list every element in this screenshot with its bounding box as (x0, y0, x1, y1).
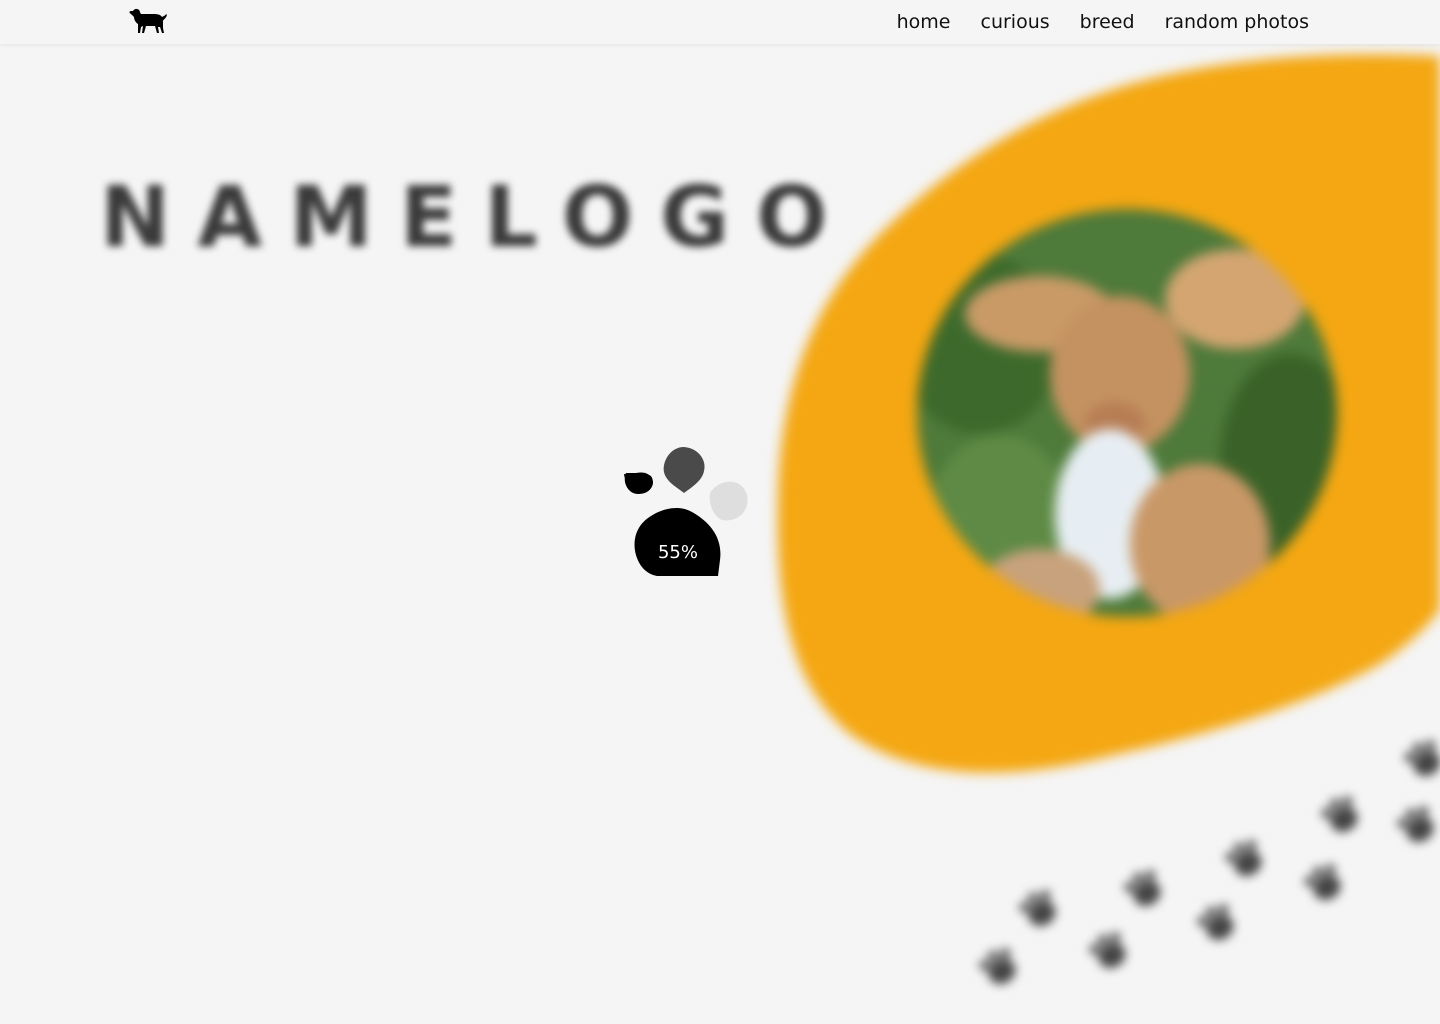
dog-icon[interactable] (128, 6, 168, 38)
paw-print-icon (1321, 796, 1358, 832)
paw-print-icon (979, 948, 1016, 984)
paw-print-icon (1404, 740, 1440, 776)
paw-print-icon (1225, 840, 1262, 876)
paw-print-icon (1089, 932, 1126, 968)
paw-print-icon (1019, 890, 1056, 926)
top-navbar: home curious breed random photos (0, 0, 1440, 44)
nav-link-curious[interactable]: curious (981, 11, 1050, 33)
loader-progress-label: 55% (657, 542, 698, 563)
paw-print-icon (1124, 870, 1161, 906)
main-nav: home curious breed random photos (897, 0, 1309, 44)
nav-link-random-photos[interactable]: random photos (1165, 11, 1309, 33)
page-loader: 55% (612, 442, 754, 582)
nav-link-breed[interactable]: breed (1080, 11, 1135, 33)
paw-toe-right (709, 481, 748, 521)
paw-print-icon (1197, 904, 1234, 940)
paw-toe-top (663, 447, 705, 493)
nav-link-home[interactable]: home (897, 11, 951, 33)
paw-print-icon (1304, 864, 1341, 900)
paw-print-icon (1397, 806, 1434, 842)
